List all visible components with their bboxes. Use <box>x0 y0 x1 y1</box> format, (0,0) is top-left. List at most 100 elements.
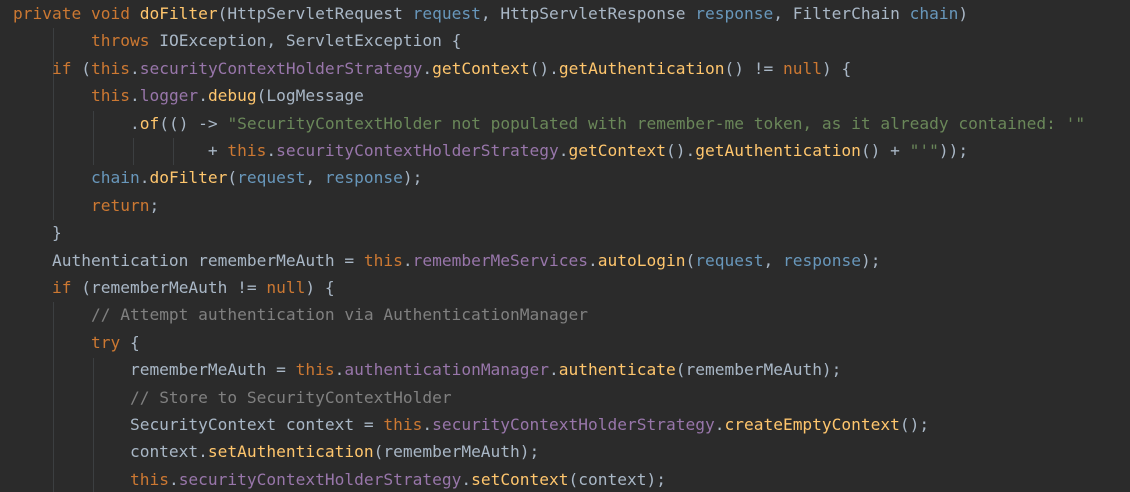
code-token: response <box>782 250 861 270</box>
code-token: authenticationManager <box>344 360 550 380</box>
code-token: securityContextHolderStrategy <box>276 141 559 160</box>
code-line[interactable]: + this.securityContextHolderStrategy.get… <box>13 137 968 164</box>
code-token: chain <box>909 4 959 23</box>
code-line[interactable]: this.logger.debug(LogMessage <box>13 82 364 109</box>
code-token: () != <box>724 58 783 78</box>
code-line[interactable]: return; <box>13 192 159 219</box>
code-token: , HttpServletResponse <box>480 4 696 23</box>
code-token: ; <box>149 195 160 215</box>
code-token: . <box>129 58 140 78</box>
code-token: getContext <box>568 141 666 160</box>
code-token: (rememberMeAuth); <box>373 442 540 462</box>
code-token: (); <box>899 415 930 434</box>
code-token: () + <box>860 141 910 160</box>
code-line[interactable]: context.setAuthentication(rememberMeAuth… <box>13 438 539 465</box>
code-token: logger <box>139 86 199 106</box>
code-token: rememberMeAuth = <box>13 360 296 380</box>
code-line[interactable]: rememberMeAuth = this.authenticationMana… <box>13 356 842 383</box>
code-line[interactable]: try { <box>13 329 140 356</box>
code-token: . <box>129 86 140 106</box>
code-token: . <box>198 86 208 106</box>
code-line[interactable]: throws IOException, ServletException { <box>13 27 461 54</box>
code-token: "SecurityContextHolder not populated wit… <box>227 113 1086 133</box>
code-token: . <box>402 250 413 270</box>
code-token: private void <box>13 4 140 23</box>
code-editor[interactable]: private void doFilter (HttpServletRequest… <box>0 0 1130 492</box>
code-token: securityContextHolderStrategy <box>432 415 715 434</box>
code-token: chain <box>90 168 140 188</box>
code-token: ) { <box>305 278 335 297</box>
code-token: securityContextHolderStrategy <box>139 58 423 78</box>
code-token: createEmptyContext <box>724 415 900 434</box>
code-token: ) { <box>821 58 852 78</box>
code-token: this <box>363 250 403 270</box>
code-token: (). <box>529 58 559 78</box>
code-token: autoLogin <box>597 250 686 270</box>
code-token: (HttpServletRequest <box>217 4 413 23</box>
code-line[interactable]: } <box>13 219 62 246</box>
code-token: + <box>13 141 228 160</box>
code-token: response <box>695 4 774 23</box>
code-token: , FilterChain <box>773 4 910 23</box>
code-token: , <box>305 168 325 188</box>
code-token: (rememberMeAuth); <box>675 360 842 380</box>
code-line[interactable]: Authentication rememberMeAuth = this.rem… <box>13 247 880 274</box>
code-line[interactable]: chain.doFilter(request, response); <box>13 164 422 191</box>
code-token: request <box>237 168 306 188</box>
code-token: getAuthentication <box>558 58 725 78</box>
code-token: debug <box>207 86 257 106</box>
code-token: context. <box>13 442 208 462</box>
code-token: this <box>227 141 267 160</box>
code-token: response <box>324 168 403 188</box>
code-token: . <box>13 113 140 133</box>
code-token: getAuthentication <box>695 141 861 160</box>
code-token: . <box>139 168 150 188</box>
code-token: . <box>422 415 433 434</box>
code-token: . <box>168 469 179 489</box>
code-token: request <box>412 4 481 23</box>
code-token: if <box>51 58 82 78</box>
code-token: (rememberMeAuth != <box>81 278 267 297</box>
code-token: . <box>266 141 277 160</box>
code-token: . <box>558 141 569 160</box>
code-token: rememberMeServices <box>412 250 589 270</box>
code-token: if <box>51 278 82 297</box>
code-line[interactable]: // Store to SecurityContextHolder <box>13 384 452 411</box>
code-token: // Attempt authentication via Authentica… <box>90 305 588 325</box>
code-token: request <box>695 250 764 270</box>
code-token: . <box>588 250 598 270</box>
code-token: { <box>129 332 140 352</box>
code-token: doFilter <box>149 168 228 188</box>
code-token: ( <box>685 250 696 270</box>
code-line[interactable]: private void doFilter(HttpServletRequest… <box>13 0 968 27</box>
code-token: setContext <box>471 469 569 489</box>
code-token: of <box>139 113 160 133</box>
code-token: } <box>13 223 62 243</box>
code-token: , <box>763 250 783 270</box>
code-token: this <box>129 469 169 489</box>
code-token: securityContextHolderStrategy <box>178 469 462 489</box>
code-line[interactable]: SecurityContext context = this.securityC… <box>13 411 929 438</box>
code-token: ); <box>860 250 881 270</box>
code-token: authenticate <box>558 360 676 380</box>
code-token: ( <box>227 168 238 188</box>
code-line[interactable]: if (this.securityContextHolderStrategy.g… <box>13 55 851 82</box>
code-token: )); <box>938 141 969 160</box>
code-token: setAuthentication <box>207 442 374 462</box>
code-line[interactable]: this.securityContextHolderStrategy.setCo… <box>13 466 666 492</box>
code-token: null <box>266 278 306 297</box>
code-token: . <box>549 360 559 380</box>
code-token: return <box>90 195 150 215</box>
code-token: . <box>714 415 725 434</box>
code-line[interactable]: if (rememberMeAuth != null) { <box>13 274 335 301</box>
code-token: (LogMessage <box>256 86 364 106</box>
code-token: (). <box>666 141 696 160</box>
code-line[interactable]: .of(() -> "SecurityContextHolder not pop… <box>13 110 1085 137</box>
code-token: (() -> <box>159 113 228 133</box>
code-line[interactable]: // Attempt authentication via Authentica… <box>13 301 588 328</box>
code-token: Authentication rememberMeAuth = <box>13 250 364 270</box>
